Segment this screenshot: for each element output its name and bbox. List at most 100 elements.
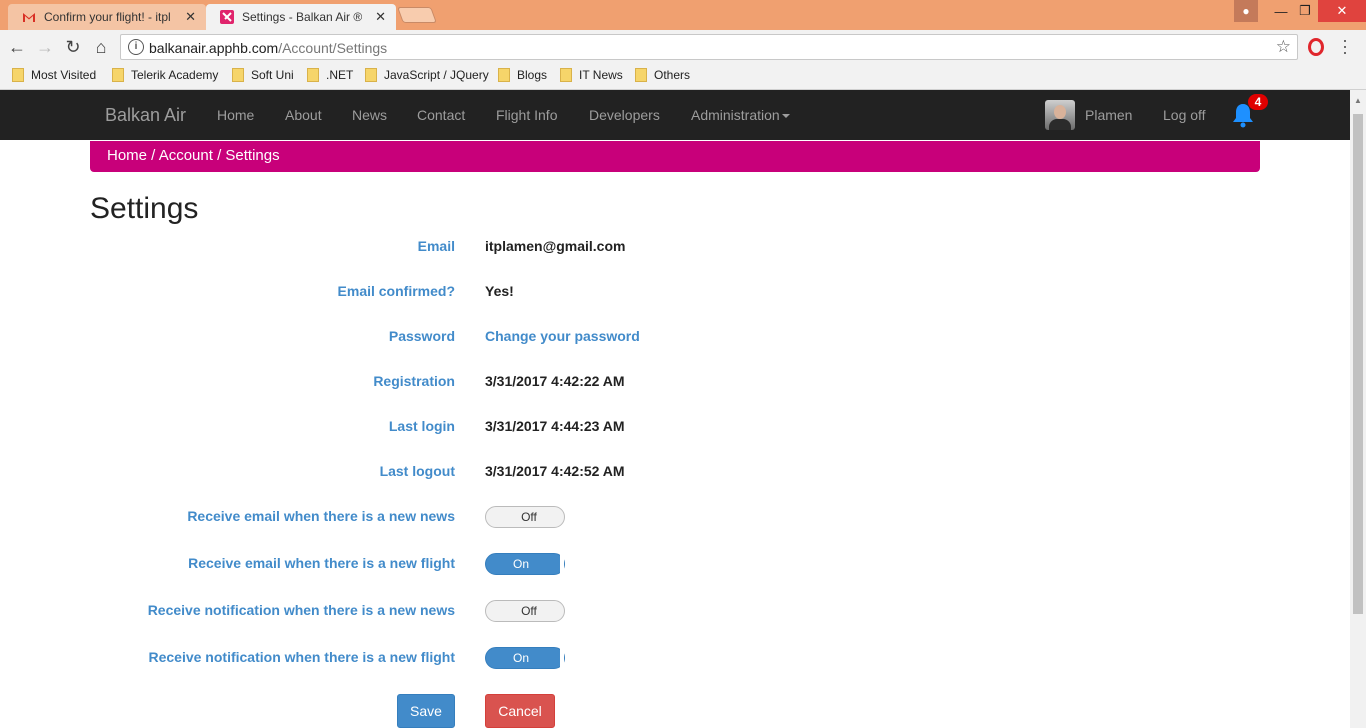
save-button[interactable]: Save	[397, 694, 455, 728]
bookmark-telerik-academy[interactable]: Telerik Academy	[112, 68, 218, 82]
bookmark-javascript[interactable]: JavaScript / JQuery	[365, 68, 489, 82]
folder-icon	[112, 68, 124, 82]
close-icon[interactable]: ✕	[375, 9, 386, 25]
change-password-link[interactable]: Change your password	[485, 328, 640, 344]
nav-developers[interactable]: Developers	[589, 107, 660, 123]
email-news-toggle[interactable]: Off	[485, 506, 565, 528]
url-text[interactable]: balkanair.apphb.com/Account/Settings	[149, 40, 387, 56]
folder-icon	[560, 68, 572, 82]
page-scrollbar[interactable]: ▲	[1350, 90, 1366, 728]
bookmark-most-visited[interactable]: Most Visited	[12, 68, 96, 82]
opera-extension-icon[interactable]	[1308, 38, 1324, 56]
page-viewport: Balkan Air Home About News Contact Fligh…	[0, 90, 1350, 728]
registration-value: 3/31/2017 4:42:22 AM	[485, 373, 625, 389]
folder-icon	[307, 68, 319, 82]
notification-flight-label: Receive notification when there is a new…	[148, 649, 455, 665]
breadcrumb-home[interactable]: Home	[107, 147, 147, 164]
folder-icon	[365, 68, 377, 82]
tab-settings[interactable]: Settings - Balkan Air ® ✕	[206, 4, 396, 30]
breadcrumb-separator: /	[147, 147, 159, 164]
scroll-thumb[interactable]	[1353, 114, 1363, 614]
notification-news-toggle[interactable]: Off	[485, 600, 565, 622]
folder-icon	[635, 68, 647, 82]
tab-title: Confirm your flight! - itpl	[44, 10, 171, 24]
nav-flight-info[interactable]: Flight Info	[496, 107, 557, 123]
folder-icon	[12, 68, 24, 82]
url-host: balkanair.apphb.com	[149, 40, 279, 56]
toggle-state: Off	[521, 510, 537, 524]
bookmark-label: JavaScript / JQuery	[384, 68, 489, 82]
bookmark-label: IT News	[579, 68, 623, 82]
nav-home[interactable]: Home	[217, 107, 254, 123]
nav-news[interactable]: News	[352, 107, 387, 123]
page-title: Settings	[90, 192, 199, 225]
bookmark-others[interactable]: Others	[635, 68, 690, 82]
browser-titlebar: Confirm your flight! - itpl ✕ Settings -…	[0, 0, 1366, 30]
folder-icon	[232, 68, 244, 82]
bookmark-label: Others	[654, 68, 691, 82]
toggle-state: On	[512, 651, 529, 665]
cancel-button[interactable]: Cancel	[485, 694, 555, 728]
site-brand[interactable]: Balkan Air	[105, 105, 186, 126]
notification-flight-toggle[interactable]: On	[485, 647, 565, 669]
minimize-button[interactable]: —	[1268, 0, 1294, 22]
bookmark-star-icon[interactable]: ☆	[1276, 37, 1291, 57]
folder-icon	[498, 68, 510, 82]
nav-logoff[interactable]: Log off	[1163, 107, 1206, 123]
bookmark-label: Most Visited	[31, 68, 97, 82]
window-close-button[interactable]: ✕	[1318, 0, 1366, 22]
bookmark-label: Soft Uni	[251, 68, 294, 82]
bookmark-dotnet[interactable]: .NET	[307, 68, 353, 82]
email-flight-toggle[interactable]: On	[485, 553, 565, 575]
restore-button[interactable]: ❐	[1294, 0, 1316, 22]
forward-arrow-icon[interactable]: →	[34, 36, 56, 58]
notification-badge: 4	[1248, 94, 1268, 110]
last-logout-value: 3/31/2017 4:42:52 AM	[485, 463, 625, 479]
scroll-up-arrow-icon[interactable]: ▲	[1354, 96, 1362, 105]
email-news-label: Receive email when there is a new news	[187, 508, 455, 524]
back-arrow-icon[interactable]: ←	[6, 36, 28, 58]
gmail-icon	[22, 10, 36, 24]
nav-user[interactable]: Plamen	[1085, 107, 1132, 123]
balkan-air-icon	[220, 10, 234, 24]
toggle-state: Off	[521, 604, 537, 618]
notification-news-label: Receive notification when there is a new…	[147, 602, 455, 618]
bookmark-label: Blogs	[517, 68, 548, 82]
breadcrumb-current: Settings	[225, 147, 280, 164]
close-icon[interactable]: ✕	[185, 9, 196, 25]
email-confirmed-label: Email confirmed?	[337, 283, 455, 299]
nav-contact[interactable]: Contact	[417, 107, 465, 123]
bookmark-blogs[interactable]: Blogs	[498, 68, 547, 82]
reload-icon[interactable]: ↻	[62, 36, 84, 58]
info-icon[interactable]: i	[128, 39, 144, 55]
tab-gmail[interactable]: Confirm your flight! - itpl ✕	[8, 4, 206, 30]
bookmark-label: Telerik Academy	[131, 68, 219, 82]
profile-icon[interactable]: ●	[1234, 0, 1258, 22]
last-login-label: Last login	[388, 418, 455, 434]
caret-down-icon	[781, 114, 790, 119]
nav-about[interactable]: About	[285, 107, 322, 123]
toggle-state: On	[512, 557, 529, 571]
browser-menu-icon[interactable]: · · ·	[1342, 31, 1348, 61]
email-value: itplamen@gmail.com	[485, 238, 626, 254]
email-confirmed-value: Yes!	[485, 283, 514, 299]
breadcrumb: Home / Account / Settings	[90, 141, 1260, 172]
new-tab-button[interactable]	[397, 7, 437, 23]
email-label: Email	[417, 238, 455, 254]
bookmark-label: .NET	[326, 68, 354, 82]
breadcrumb-separator: /	[212, 147, 226, 164]
password-label: Password	[388, 328, 455, 344]
bookmark-it-news[interactable]: IT News	[560, 68, 623, 82]
registration-label: Registration	[373, 373, 455, 389]
nav-administration-label: Administration	[691, 107, 780, 123]
nav-administration[interactable]: Administration	[691, 107, 790, 123]
address-bar[interactable]: i balkanair.apphb.com/Account/Settings ☆	[120, 34, 1298, 60]
last-login-value: 3/31/2017 4:44:23 AM	[485, 418, 625, 434]
home-icon[interactable]: ⌂	[90, 36, 112, 58]
breadcrumb-account[interactable]: Account	[159, 147, 213, 164]
last-logout-label: Last logout	[379, 463, 455, 479]
avatar[interactable]	[1045, 100, 1075, 130]
browser-toolbar: ← → ↻ ⌂ i balkanair.apphb.com/Account/Se…	[0, 30, 1366, 64]
bookmark-soft-uni[interactable]: Soft Uni	[232, 68, 294, 82]
url-path: /Account/Settings	[278, 40, 388, 56]
